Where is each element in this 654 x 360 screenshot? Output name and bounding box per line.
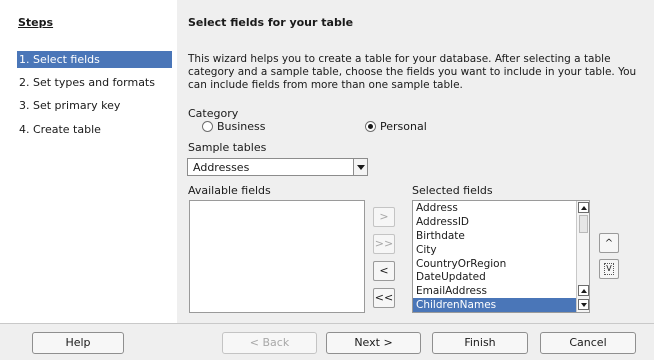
scroll-thumb[interactable] — [579, 215, 588, 233]
list-item[interactable]: AddressID — [413, 215, 589, 229]
move-down-icon: V — [604, 263, 614, 275]
selected-fields-label: Selected fields — [412, 184, 493, 197]
available-fields-label: Available fields — [188, 184, 271, 197]
cancel-button[interactable]: Cancel — [540, 332, 636, 354]
step-set-types-formats[interactable]: 2. Set types and formats — [17, 74, 172, 91]
chevron-down-icon — [356, 164, 365, 170]
back-button[interactable]: < Back — [222, 332, 317, 354]
step-set-primary-key[interactable]: 3. Set primary key — [17, 97, 172, 114]
vertical-scrollbar[interactable] — [576, 201, 589, 312]
footer-separator — [0, 323, 654, 324]
list-item[interactable]: DateUpdated — [413, 270, 589, 284]
main-pane: Select fields for your table This wizard… — [178, 0, 654, 323]
steps-pane: Steps 1. Select fields 2. Set types and … — [0, 0, 177, 323]
sample-tables-value: Addresses — [193, 161, 250, 174]
arrow-up-icon — [580, 205, 587, 210]
arrow-up-icon — [580, 288, 587, 293]
move-up-button[interactable]: ^ — [599, 233, 619, 253]
selected-fields-list[interactable]: Address AddressID Birthdate City Country… — [412, 200, 590, 313]
scroll-down-button[interactable] — [578, 299, 589, 310]
available-fields-list[interactable] — [189, 200, 365, 313]
remove-field-button[interactable]: < — [373, 261, 395, 281]
steps-title: Steps — [18, 16, 54, 29]
move-up-icon: ^ — [604, 237, 614, 249]
radio-personal-indicator[interactable] — [365, 121, 376, 132]
step-select-fields[interactable]: 1. Select fields — [17, 51, 172, 68]
scroll-up-button-lower[interactable] — [578, 285, 589, 296]
finish-button[interactable]: Finish — [432, 332, 528, 354]
next-button[interactable]: Next > — [326, 332, 421, 354]
add-field-button[interactable]: > — [373, 207, 395, 227]
radio-business[interactable]: Business — [202, 120, 266, 133]
scroll-up-button[interactable] — [578, 202, 589, 213]
list-item[interactable]: EmailAddress — [413, 284, 589, 298]
arrow-down-icon — [580, 302, 587, 307]
page-description: This wizard helps you to create a table … — [188, 53, 637, 91]
radio-personal-label: Personal — [380, 120, 427, 133]
step-create-table[interactable]: 4. Create table — [17, 121, 172, 138]
help-button[interactable]: Help — [32, 332, 124, 354]
add-all-fields-button[interactable]: >> — [373, 234, 395, 254]
radio-personal[interactable]: Personal — [365, 120, 427, 133]
move-down-button[interactable]: V — [599, 259, 619, 279]
sample-tables-dropdown[interactable]: Addresses — [187, 158, 368, 176]
list-item[interactable]: Address — [413, 201, 589, 215]
list-item[interactable]: Birthdate — [413, 229, 589, 243]
list-item[interactable]: City — [413, 243, 589, 257]
list-item[interactable]: CountryOrRegion — [413, 257, 589, 271]
dropdown-button[interactable] — [353, 159, 367, 175]
remove-all-fields-button[interactable]: << — [373, 288, 395, 308]
list-item-selected[interactable]: ChildrenNames — [413, 298, 589, 312]
page-title: Select fields for your table — [188, 16, 354, 29]
radio-business-indicator[interactable] — [202, 121, 213, 132]
radio-business-label: Business — [217, 120, 266, 133]
category-label: Category — [188, 107, 239, 120]
sample-tables-label: Sample tables — [188, 141, 267, 154]
